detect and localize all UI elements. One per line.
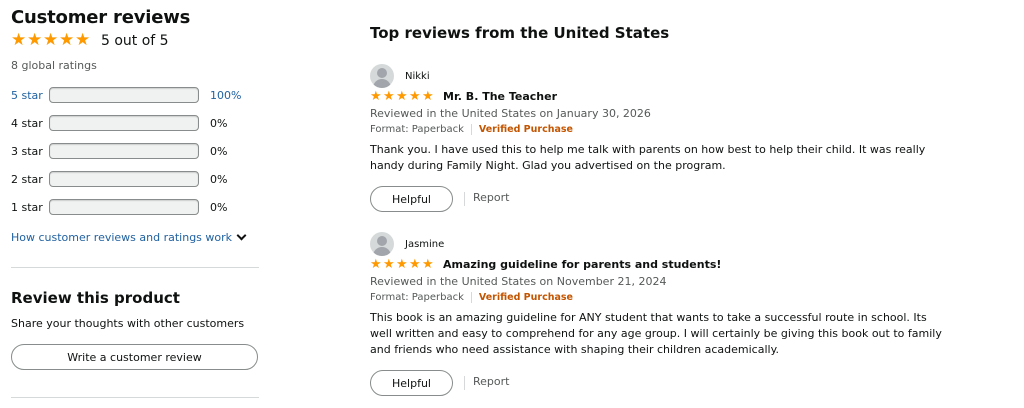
- customer-reviews-title: Customer reviews: [11, 7, 191, 28]
- star-icon: ★: [59, 30, 75, 50]
- reviewer-profile[interactable]: Jasmine: [370, 232, 444, 256]
- separator: [470, 124, 472, 135]
- histogram-bar[interactable]: [49, 87, 199, 103]
- separator: [464, 376, 465, 390]
- star-icon: ★: [422, 257, 434, 272]
- star-icon: ★: [370, 89, 382, 104]
- review-format: Format: Paperback: [370, 124, 464, 135]
- reviewer-name[interactable]: Nikki: [405, 71, 430, 82]
- review-header: ★ ★ ★ ★ ★ Mr. B. The Teacher: [370, 90, 557, 103]
- review-body: Thank you. I have used this to help me t…: [370, 143, 926, 172]
- review-body: This book is an amazing guideline for AN…: [370, 311, 942, 356]
- review-title[interactable]: Amazing guideline for parents and studen…: [443, 258, 721, 271]
- star-icon: ★: [27, 30, 43, 50]
- global-ratings-count: 8 global ratings: [11, 59, 97, 72]
- reviewer-profile[interactable]: Nikki: [370, 64, 430, 88]
- histogram-percent: 0%: [210, 200, 228, 214]
- overall-rating-text: 5 out of 5: [101, 32, 169, 49]
- histogram-row-1-star: 1 star 0%: [11, 198, 259, 216]
- divider: [11, 397, 259, 398]
- star-icon: ★: [11, 30, 27, 50]
- histogram-row-2-star: 2 star 0%: [11, 170, 259, 188]
- star-icon: ★: [75, 30, 91, 50]
- avatar-icon[interactable]: [370, 64, 394, 88]
- review-date: Reviewed in the United States on January…: [370, 107, 651, 120]
- helpful-button[interactable]: Helpful: [370, 186, 453, 212]
- star-icon: ★: [383, 257, 395, 272]
- separator: [464, 192, 465, 206]
- histogram-label: 3 star: [11, 144, 43, 158]
- report-link[interactable]: Report: [473, 375, 509, 388]
- star-icon: ★: [422, 89, 434, 104]
- review-format: Format: Paperback: [370, 292, 464, 303]
- reviewer-name[interactable]: Jasmine: [405, 239, 444, 250]
- histogram-bar: [49, 199, 199, 215]
- review-product-title: Review this product: [11, 289, 180, 307]
- star-icon: ★: [409, 89, 421, 104]
- histogram-bar: [49, 143, 199, 159]
- review-stars[interactable]: ★ ★ ★ ★ ★: [370, 258, 435, 271]
- histogram-row-3-star: 3 star 0%: [11, 142, 259, 160]
- star-icon: ★: [43, 30, 59, 50]
- histogram-label: 1 star: [11, 200, 43, 214]
- avatar-icon[interactable]: [370, 232, 394, 256]
- review-title[interactable]: Mr. B. The Teacher: [443, 90, 557, 103]
- separator: [470, 292, 472, 303]
- review-stars[interactable]: ★ ★ ★ ★ ★: [370, 90, 435, 103]
- star-icon: ★: [370, 257, 382, 272]
- divider: [11, 267, 259, 268]
- how-ratings-work-link[interactable]: How customer reviews and ratings work: [11, 230, 247, 244]
- review-date: Reviewed in the United States on Novembe…: [370, 275, 667, 288]
- histogram-percent: 0%: [210, 144, 228, 158]
- review-header: ★ ★ ★ ★ ★ Amazing guideline for parents and …: [370, 258, 721, 271]
- histogram-bar: [49, 171, 199, 187]
- star-icon: ★: [409, 257, 421, 272]
- review-format-line: Format: Paperback Verified Purchase: [370, 124, 573, 135]
- overall-stars: ★ ★ ★ ★ ★: [11, 32, 91, 49]
- star-icon: ★: [396, 257, 408, 272]
- star-icon: ★: [383, 89, 395, 104]
- verified-purchase-badge: Verified Purchase: [478, 124, 573, 135]
- verified-purchase-badge: Verified Purchase: [478, 292, 573, 303]
- histogram-bar: [49, 115, 199, 131]
- how-ratings-work-label[interactable]: How customer reviews and ratings work: [11, 231, 232, 244]
- histogram-label: 4 star: [11, 116, 43, 130]
- histogram-label[interactable]: 5 star: [11, 89, 49, 102]
- histogram-row-5-star[interactable]: 5 star 100%: [11, 86, 259, 104]
- helpful-button[interactable]: Helpful: [370, 370, 453, 396]
- overall-rating: ★ ★ ★ ★ ★ 5 out of 5: [11, 32, 169, 49]
- histogram-percent[interactable]: 100%: [210, 89, 241, 102]
- write-review-button[interactable]: Write a customer review: [11, 344, 258, 370]
- top-reviews-title: Top reviews from the United States: [370, 24, 670, 42]
- star-icon: ★: [396, 89, 408, 104]
- histogram-percent: 0%: [210, 172, 228, 186]
- report-link[interactable]: Report: [473, 191, 509, 204]
- review-format-line: Format: Paperback Verified Purchase: [370, 292, 573, 303]
- review-product-subtitle: Share your thoughts with other customers: [11, 317, 245, 330]
- histogram-row-4-star: 4 star 0%: [11, 114, 259, 132]
- chevron-down-icon[interactable]: [236, 230, 247, 241]
- histogram-percent: 0%: [210, 116, 228, 130]
- histogram-label: 2 star: [11, 172, 43, 186]
